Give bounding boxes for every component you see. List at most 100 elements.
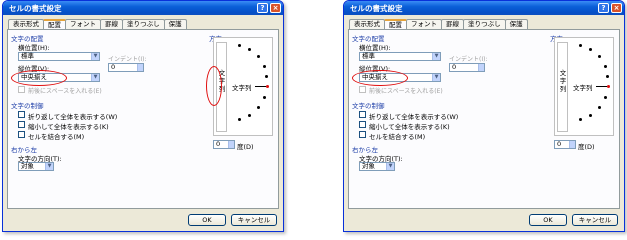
chevron-down-icon: ▼ [386,163,394,170]
vertical-text-sample: 文字列 [559,69,567,93]
spin-arrows-icon[interactable] [569,141,575,148]
angle-dot [606,75,609,78]
tab-font[interactable]: フォント [65,19,101,29]
wrap-text-checkbox[interactable] [359,111,366,118]
tab-alignment[interactable]: 配置 [384,19,407,29]
wrap-text-label: 折り返して全体を表示する(W) [369,113,459,121]
dialog-title: セルの書式設定 [9,4,62,13]
horizontal-value: 標準 [21,52,34,60]
control-section-label: 文字の制御 [352,102,385,110]
dialog-title: セルの書式設定 [350,4,403,13]
horizontal-value: 標準 [362,52,375,60]
distributed-label: 前後にスペースを入れる(E) [369,88,443,95]
degree-label: 度(D) [237,143,254,151]
chevron-down-icon: ▼ [432,74,440,81]
angle-dot [263,65,266,68]
chevron-down-icon: ▼ [432,53,440,60]
spin-arrows-icon[interactable] [137,64,143,71]
angle-dot [598,106,601,109]
shrink-to-fit-checkbox[interactable] [18,121,25,128]
indent-spinner[interactable]: 0 [108,63,144,72]
angle-dot [257,106,260,109]
ok-button[interactable]: OK [188,214,226,226]
help-button[interactable]: ? [257,3,268,13]
merge-cells-checkbox[interactable] [18,131,25,138]
angle-dot [248,114,251,117]
indent-spinner[interactable]: 0 [449,63,485,72]
angle-dot [263,96,266,99]
tab-number[interactable]: 表示形式 [8,19,44,29]
tab-border[interactable]: 罫線 [441,19,464,29]
alignment-panel: 文字の配置 横位置(H): 標準 ▼ インデント(I): 0 縦位置(V): 中… [7,29,279,209]
ok-button[interactable]: OK [529,214,567,226]
tab-protection[interactable]: 保護 [163,19,187,29]
highlight-vertical-ellipse [11,70,67,86]
shrink-to-fit-label: 縮小して全体を表示する(K) [28,123,109,131]
cancel-button[interactable]: キャンセル [231,214,277,226]
angle-dot [589,114,592,117]
horizontal-label: 横位置(H): [359,44,391,52]
cancel-button[interactable]: キャンセル [572,214,618,226]
distributed-checkbox[interactable] [18,86,25,93]
spin-arrows-icon[interactable] [228,141,234,148]
orientation-box[interactable]: 文字列 文字列 [554,37,614,136]
angle-dot [598,55,601,58]
format-cells-dialog-left: セルの書式設定 ? × 表示形式 配置 フォント 罫線 塗りつぶし 保護 文字の… [2,0,284,232]
direction-value: 対象 [362,162,375,170]
close-button[interactable]: × [270,3,281,13]
shrink-to-fit-checkbox[interactable] [359,121,366,128]
distributed-checkbox[interactable] [359,86,366,93]
vertical-text-box[interactable]: 文字列 [557,42,568,132]
tab-alignment[interactable]: 配置 [43,19,66,29]
merge-cells-label: セルを結合する(M) [28,133,85,141]
title-bar: セルの書式設定 ? × [344,1,624,15]
degree-spinner[interactable]: 0 [554,140,576,149]
degree-value: 0 [557,140,562,148]
angle-handle[interactable] [266,85,269,88]
chevron-down-icon: ▼ [91,53,99,60]
chevron-down-icon: ▼ [45,163,53,170]
tab-fill[interactable]: 塗りつぶし [463,19,506,29]
angle-dot [579,44,582,47]
tab-number[interactable]: 表示形式 [349,19,385,29]
chevron-down-icon: ▼ [91,74,99,81]
degree-spinner[interactable]: 0 [213,140,235,149]
merge-cells-checkbox[interactable] [359,131,366,138]
angle-dot [589,48,592,51]
indent-label: インデント(I): [449,56,488,63]
tab-font[interactable]: フォント [406,19,442,29]
close-button[interactable]: × [611,3,622,13]
horizontal-select[interactable]: 標準 ▼ [359,52,441,61]
help-button[interactable]: ? [598,3,609,13]
distributed-label: 前後にスペースを入れる(E) [28,88,102,95]
angle-dot [604,96,607,99]
angle-dot [604,65,607,68]
format-cells-dialog-right: セルの書式設定 ? × 表示形式 配置 フォント 罫線 塗りつぶし 保護 文字の… [343,0,625,232]
degree-value: 0 [216,140,221,148]
highlight-vertical-ellipse [352,70,408,86]
tab-fill[interactable]: 塗りつぶし [122,19,165,29]
merge-cells-label: セルを結合する(M) [369,133,426,141]
highlight-vertical-text-ellipse [206,66,222,106]
tab-protection[interactable]: 保護 [504,19,528,29]
spin-arrows-icon[interactable] [478,64,484,71]
angle-dot [248,48,251,51]
orientation-box[interactable]: 文字列 文字列 [213,37,273,136]
angle-handle[interactable] [607,85,610,88]
horizontal-select[interactable]: 標準 ▼ [18,52,100,61]
direction-select[interactable]: 対象 ▼ [359,162,395,171]
tab-bar: 表示形式 配置 フォント 罫線 塗りつぶし 保護 [349,19,528,29]
alignment-panel: 文字の配置 横位置(H): 標準 ▼ インデント(I): 0 縦位置(V): 中… [348,29,620,209]
indent-value: 0 [111,63,116,71]
indent-label: インデント(I): [108,56,147,63]
direction-select[interactable]: 対象 ▼ [18,162,54,171]
tab-border[interactable]: 罫線 [100,19,123,29]
wrap-text-label: 折り返して全体を表示する(W) [28,113,118,121]
angle-dot [238,44,241,47]
wrap-text-checkbox[interactable] [18,111,25,118]
title-bar: セルの書式設定 ? × [3,1,283,15]
direction-value: 対象 [21,162,34,170]
degree-label: 度(D) [578,143,595,151]
indent-value: 0 [452,63,457,71]
control-section-label: 文字の制御 [11,102,44,110]
